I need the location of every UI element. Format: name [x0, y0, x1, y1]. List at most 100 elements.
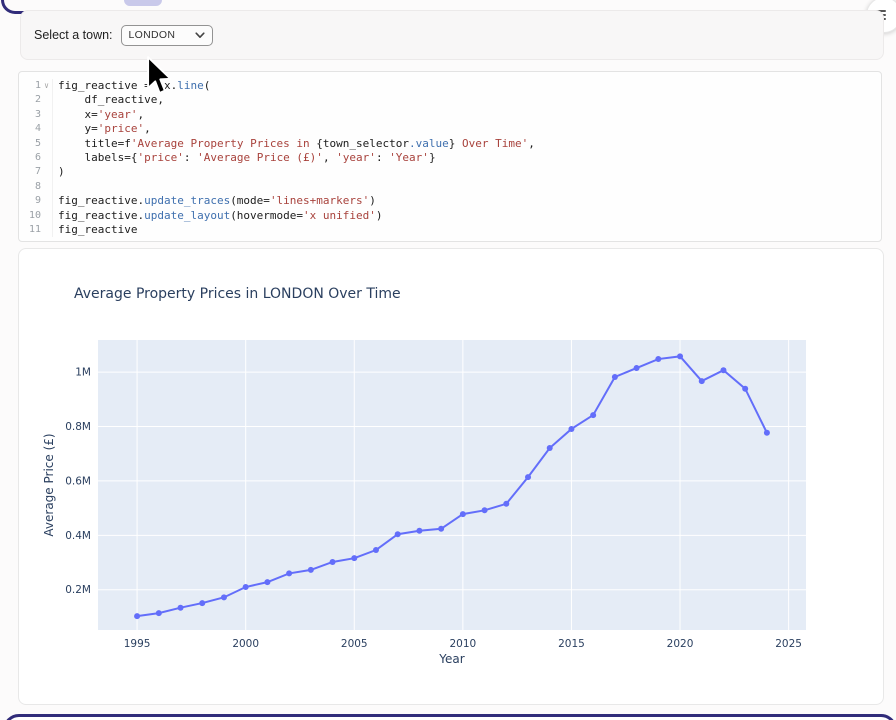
code-line: 9fig_reactive.update_traces(mode='lines+… — [19, 194, 881, 208]
town-select-value: LONDON — [129, 29, 176, 41]
data-point[interactable] — [308, 567, 314, 573]
x-axis-title: Year — [438, 652, 464, 666]
data-point[interactable] — [590, 412, 596, 418]
line-number: 7 — [19, 165, 41, 179]
town-selector-label: Select a town: — [34, 28, 113, 42]
x-tick-label: 2020 — [667, 638, 694, 650]
code-line: 7) — [19, 165, 881, 179]
notebook-page: Select a town: LONDON 1∨fig_reactive = p… — [0, 0, 896, 720]
code-text — [52, 180, 881, 194]
code-line: 4 y='price', — [19, 122, 881, 136]
x-tick-label: 2025 — [775, 638, 802, 650]
code-line: 6 labels={'price': 'Average Price (£)', … — [19, 151, 881, 165]
line-number: 8 — [19, 180, 41, 194]
code-text: ) — [52, 165, 881, 179]
data-point[interactable] — [742, 386, 748, 392]
fold-spacer — [41, 108, 52, 122]
data-point[interactable] — [568, 426, 574, 432]
data-point[interactable] — [156, 610, 162, 616]
y-tick-label: 0.8M — [65, 421, 91, 433]
data-point[interactable] — [525, 474, 531, 480]
fold-spacer — [41, 209, 52, 223]
line-number: 2 — [19, 93, 41, 107]
code-text: fig_reactive = px.line( — [52, 79, 881, 93]
y-tick-label: 0.4M — [65, 530, 91, 542]
plot-area[interactable] — [98, 340, 806, 630]
code-editor[interactable]: 1∨fig_reactive = px.line(2 df_reactive,3… — [18, 71, 882, 242]
data-point[interactable] — [720, 367, 726, 373]
code-text: y='price', — [52, 122, 881, 136]
data-point[interactable] — [373, 547, 379, 553]
data-point[interactable] — [199, 600, 205, 606]
fold-spacer — [41, 151, 52, 165]
data-point[interactable] — [547, 445, 553, 451]
code-text: labels={'price': 'Average Price (£)', 'y… — [52, 151, 881, 165]
data-point[interactable] — [655, 356, 661, 362]
data-point[interactable] — [416, 528, 422, 534]
fold-icon[interactable]: ∨ — [41, 79, 52, 93]
chart-title: Average Property Prices in LONDON Over T… — [74, 286, 401, 302]
fold-spacer — [41, 93, 52, 107]
line-number: 10 — [19, 209, 41, 223]
data-point[interactable] — [503, 501, 509, 507]
code-text: title=f'Average Property Prices in {town… — [52, 137, 881, 151]
code-text: fig_reactive — [52, 223, 881, 237]
x-tick-label: 2010 — [449, 638, 476, 650]
code-line: 10 fig_reactive.update_layout(hovermode='… — [19, 209, 881, 223]
y-tick-label: 1M — [75, 367, 91, 379]
code-line: 8 — [19, 180, 881, 194]
line-number: 3 — [19, 108, 41, 122]
y-tick-label: 0.6M — [65, 475, 91, 487]
data-point[interactable] — [634, 365, 640, 371]
fold-spacer — [41, 137, 52, 151]
code-line: 3 x='year', — [19, 108, 881, 122]
next-cell-border — [3, 714, 896, 720]
data-point[interactable] — [221, 594, 227, 600]
fold-spacer — [41, 122, 52, 136]
data-point[interactable] — [764, 430, 770, 436]
code-line: 5 title=f'Average Property Prices in {to… — [19, 137, 881, 151]
fold-spacer — [41, 165, 52, 179]
data-point[interactable] — [438, 526, 444, 532]
code-text: fig_reactive.update_layout(hovermode='x … — [52, 209, 881, 223]
code-lines: 1∨fig_reactive = px.line(2 df_reactive,3… — [19, 79, 881, 237]
artifact-shape — [124, 0, 162, 6]
data-point[interactable] — [351, 555, 357, 561]
fold-spacer — [41, 194, 52, 208]
line-number: 4 — [19, 122, 41, 136]
chart-output-cell: 1995 2000 2005 2010 2015 2020 2025 0.2M 0.4M 0.6M… — [18, 248, 884, 705]
code-line: 11 fig_reactive — [19, 223, 881, 237]
y-tick-label: 0.2M — [65, 584, 91, 596]
data-point[interactable] — [482, 507, 488, 513]
town-select-dropdown[interactable]: LONDON — [121, 25, 213, 46]
data-point[interactable] — [677, 353, 683, 359]
data-point[interactable] — [243, 584, 249, 590]
line-number: 6 — [19, 151, 41, 165]
town-selector-widget: Select a town: LONDON — [20, 10, 884, 60]
data-point[interactable] — [699, 378, 705, 384]
code-line: 2 df_reactive, — [19, 93, 881, 107]
data-point[interactable] — [264, 579, 270, 585]
chevron-down-icon — [195, 32, 205, 39]
data-point[interactable] — [286, 570, 292, 576]
fold-spacer — [41, 223, 52, 237]
plotly-chart[interactable]: 1995 2000 2005 2010 2015 2020 2025 0.2M 0.4M 0.6M… — [19, 249, 883, 704]
x-tick-label: 2000 — [232, 638, 259, 650]
code-line: 1∨fig_reactive = px.line( — [19, 79, 881, 93]
data-point[interactable] — [395, 531, 401, 537]
data-point[interactable] — [178, 605, 184, 611]
x-tick-label: 2015 — [558, 638, 585, 650]
data-point[interactable] — [612, 374, 618, 380]
data-point[interactable] — [134, 613, 140, 619]
line-number: 1 — [19, 79, 41, 93]
line-number: 11 — [19, 223, 41, 237]
y-axis-title: Average Price (£) — [42, 433, 56, 536]
data-point[interactable] — [460, 511, 466, 517]
x-tick-label: 2005 — [341, 638, 368, 650]
data-point[interactable] — [330, 559, 336, 565]
code-text: x='year', — [52, 108, 881, 122]
x-tick-label: 1995 — [124, 638, 151, 650]
fold-spacer — [41, 180, 52, 194]
line-number: 5 — [19, 137, 41, 151]
code-text: df_reactive, — [52, 93, 881, 107]
